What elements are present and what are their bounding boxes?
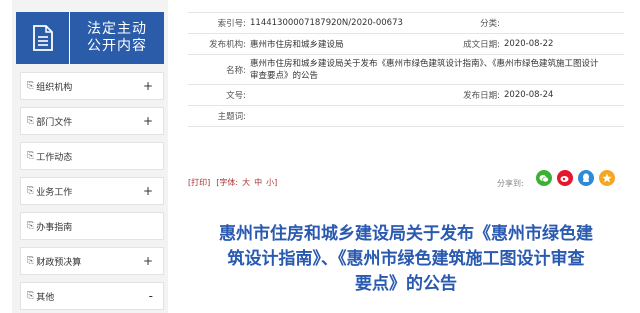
- sidebar-item-label: 业务工作: [36, 187, 73, 198]
- font-large-link[interactable]: 大: [242, 177, 250, 188]
- meta-row-name: 名称: 惠州市住房和城乡建设局关于发布《惠州市绿色建筑设计指南》、《惠州市绿色建…: [188, 55, 624, 85]
- font-size-label: [字体:: [216, 177, 239, 187]
- bullet-icon: ⎘: [27, 186, 35, 196]
- subject-label: 主题词:: [217, 112, 246, 122]
- sidebar-item-dept-files[interactable]: ⎘ 部门文件 +: [20, 107, 164, 135]
- category-label: 分类:: [480, 19, 500, 29]
- sidebar-title-line1: 法定主动: [87, 21, 147, 37]
- document-icon: [16, 12, 70, 64]
- font-small-link[interactable]: 小: [266, 177, 274, 188]
- print-link[interactable]: [打印]: [188, 177, 210, 188]
- article-title-line2: 筑设计指南》、《惠州市绿色建筑施工图设计审查: [227, 249, 585, 269]
- main-content: 索引号: 11441300007187920N/2020-00673 分类: 发…: [188, 0, 626, 313]
- expand-icon[interactable]: +: [143, 79, 153, 93]
- expand-icon[interactable]: +: [143, 184, 153, 198]
- font-medium-link[interactable]: 中: [254, 177, 262, 188]
- publisher-value: 惠州市住房和城乡建设局: [250, 40, 344, 50]
- created-date-value: 2020-08-22: [504, 39, 554, 49]
- font-size-close: ]: [274, 177, 278, 187]
- article-title-line3: 要点》的公告: [355, 274, 457, 294]
- sidebar-item-label: 部门文件: [36, 117, 73, 128]
- bullet-icon: ⎘: [27, 116, 35, 126]
- name-label: 名称:: [226, 65, 246, 76]
- metadata-table: 索引号: 11441300007187920N/2020-00673 分类: 发…: [188, 12, 624, 127]
- sidebar-item-label: 财政预决算: [36, 257, 82, 268]
- doc-number-label: 文号:: [226, 91, 246, 101]
- expand-icon[interactable]: +: [143, 114, 153, 128]
- sidebar-title-line2: 公开内容: [87, 38, 147, 54]
- qq-icon[interactable]: [578, 170, 594, 186]
- weibo-icon[interactable]: [557, 170, 573, 186]
- bullet-icon: ⎘: [27, 221, 35, 231]
- index-label: 索引号:: [217, 19, 246, 29]
- name-value: 惠州市住房和城乡建设局关于发布《惠州市绿色建筑设计指南》、《惠州市绿色建筑施工图…: [250, 58, 599, 81]
- sidebar-item-work-news[interactable]: ⎘ 工作动态: [20, 142, 164, 170]
- article-title-line1: 惠州市住房和城乡建设局关于发布《惠州市绿色建: [219, 224, 593, 244]
- meta-row-docno: 文号: 发布日期: 2020-08-24: [188, 85, 624, 106]
- sidebar-item-label: 办事指南: [36, 222, 73, 233]
- article-title: 惠州市住房和城乡建设局关于发布《惠州市绿色建 筑设计指南》、《惠州市绿色建筑施工…: [188, 222, 624, 297]
- sidebar-title: 法定主动 公开内容: [70, 21, 164, 55]
- created-date-label: 成文日期:: [463, 40, 500, 50]
- sidebar-item-org[interactable]: ⎘ 组织机构 +: [20, 72, 164, 100]
- bullet-icon: ⎘: [27, 151, 35, 161]
- sidebar-header: 法定主动 公开内容: [16, 12, 164, 64]
- sidebar-item-guide[interactable]: ⎘ 办事指南: [20, 212, 164, 240]
- expand-icon[interactable]: +: [143, 254, 153, 268]
- meta-row-index: 索引号: 11441300007187920N/2020-00673 分类:: [188, 13, 624, 34]
- bullet-icon: ⎘: [27, 291, 35, 301]
- sidebar-item-label: 组织机构: [36, 82, 73, 93]
- bullet-icon: ⎘: [27, 81, 35, 91]
- sidebar-item-label: 工作动态: [36, 152, 73, 163]
- sidebar: 法定主动 公开内容 ⎘ 组织机构 + ⎘ 部门文件 + ⎘ 工作动态 ⎘ 业务工…: [12, 0, 168, 313]
- bullet-icon: ⎘: [27, 256, 35, 266]
- collapse-icon[interactable]: -: [149, 289, 153, 303]
- share-label: 分享到:: [497, 179, 524, 188]
- sidebar-item-label: 其他: [36, 292, 55, 303]
- published-date-label: 发布日期:: [463, 91, 500, 101]
- sidebar-item-business[interactable]: ⎘ 业务工作 +: [20, 177, 164, 205]
- sidebar-item-other[interactable]: ⎘ 其他 -: [20, 282, 164, 310]
- publisher-label: 发布机构:: [209, 40, 246, 50]
- wechat-icon[interactable]: [536, 170, 552, 186]
- index-value: 11441300007187920N/2020-00673: [250, 18, 403, 28]
- sidebar-item-budget[interactable]: ⎘ 财政预决算 +: [20, 247, 164, 275]
- meta-row-publisher: 发布机构: 惠州市住房和城乡建设局 成文日期: 2020-08-22: [188, 34, 624, 55]
- meta-row-subject: 主题词:: [188, 106, 624, 127]
- published-date-value: 2020-08-24: [504, 90, 554, 100]
- qzone-icon[interactable]: [599, 170, 615, 186]
